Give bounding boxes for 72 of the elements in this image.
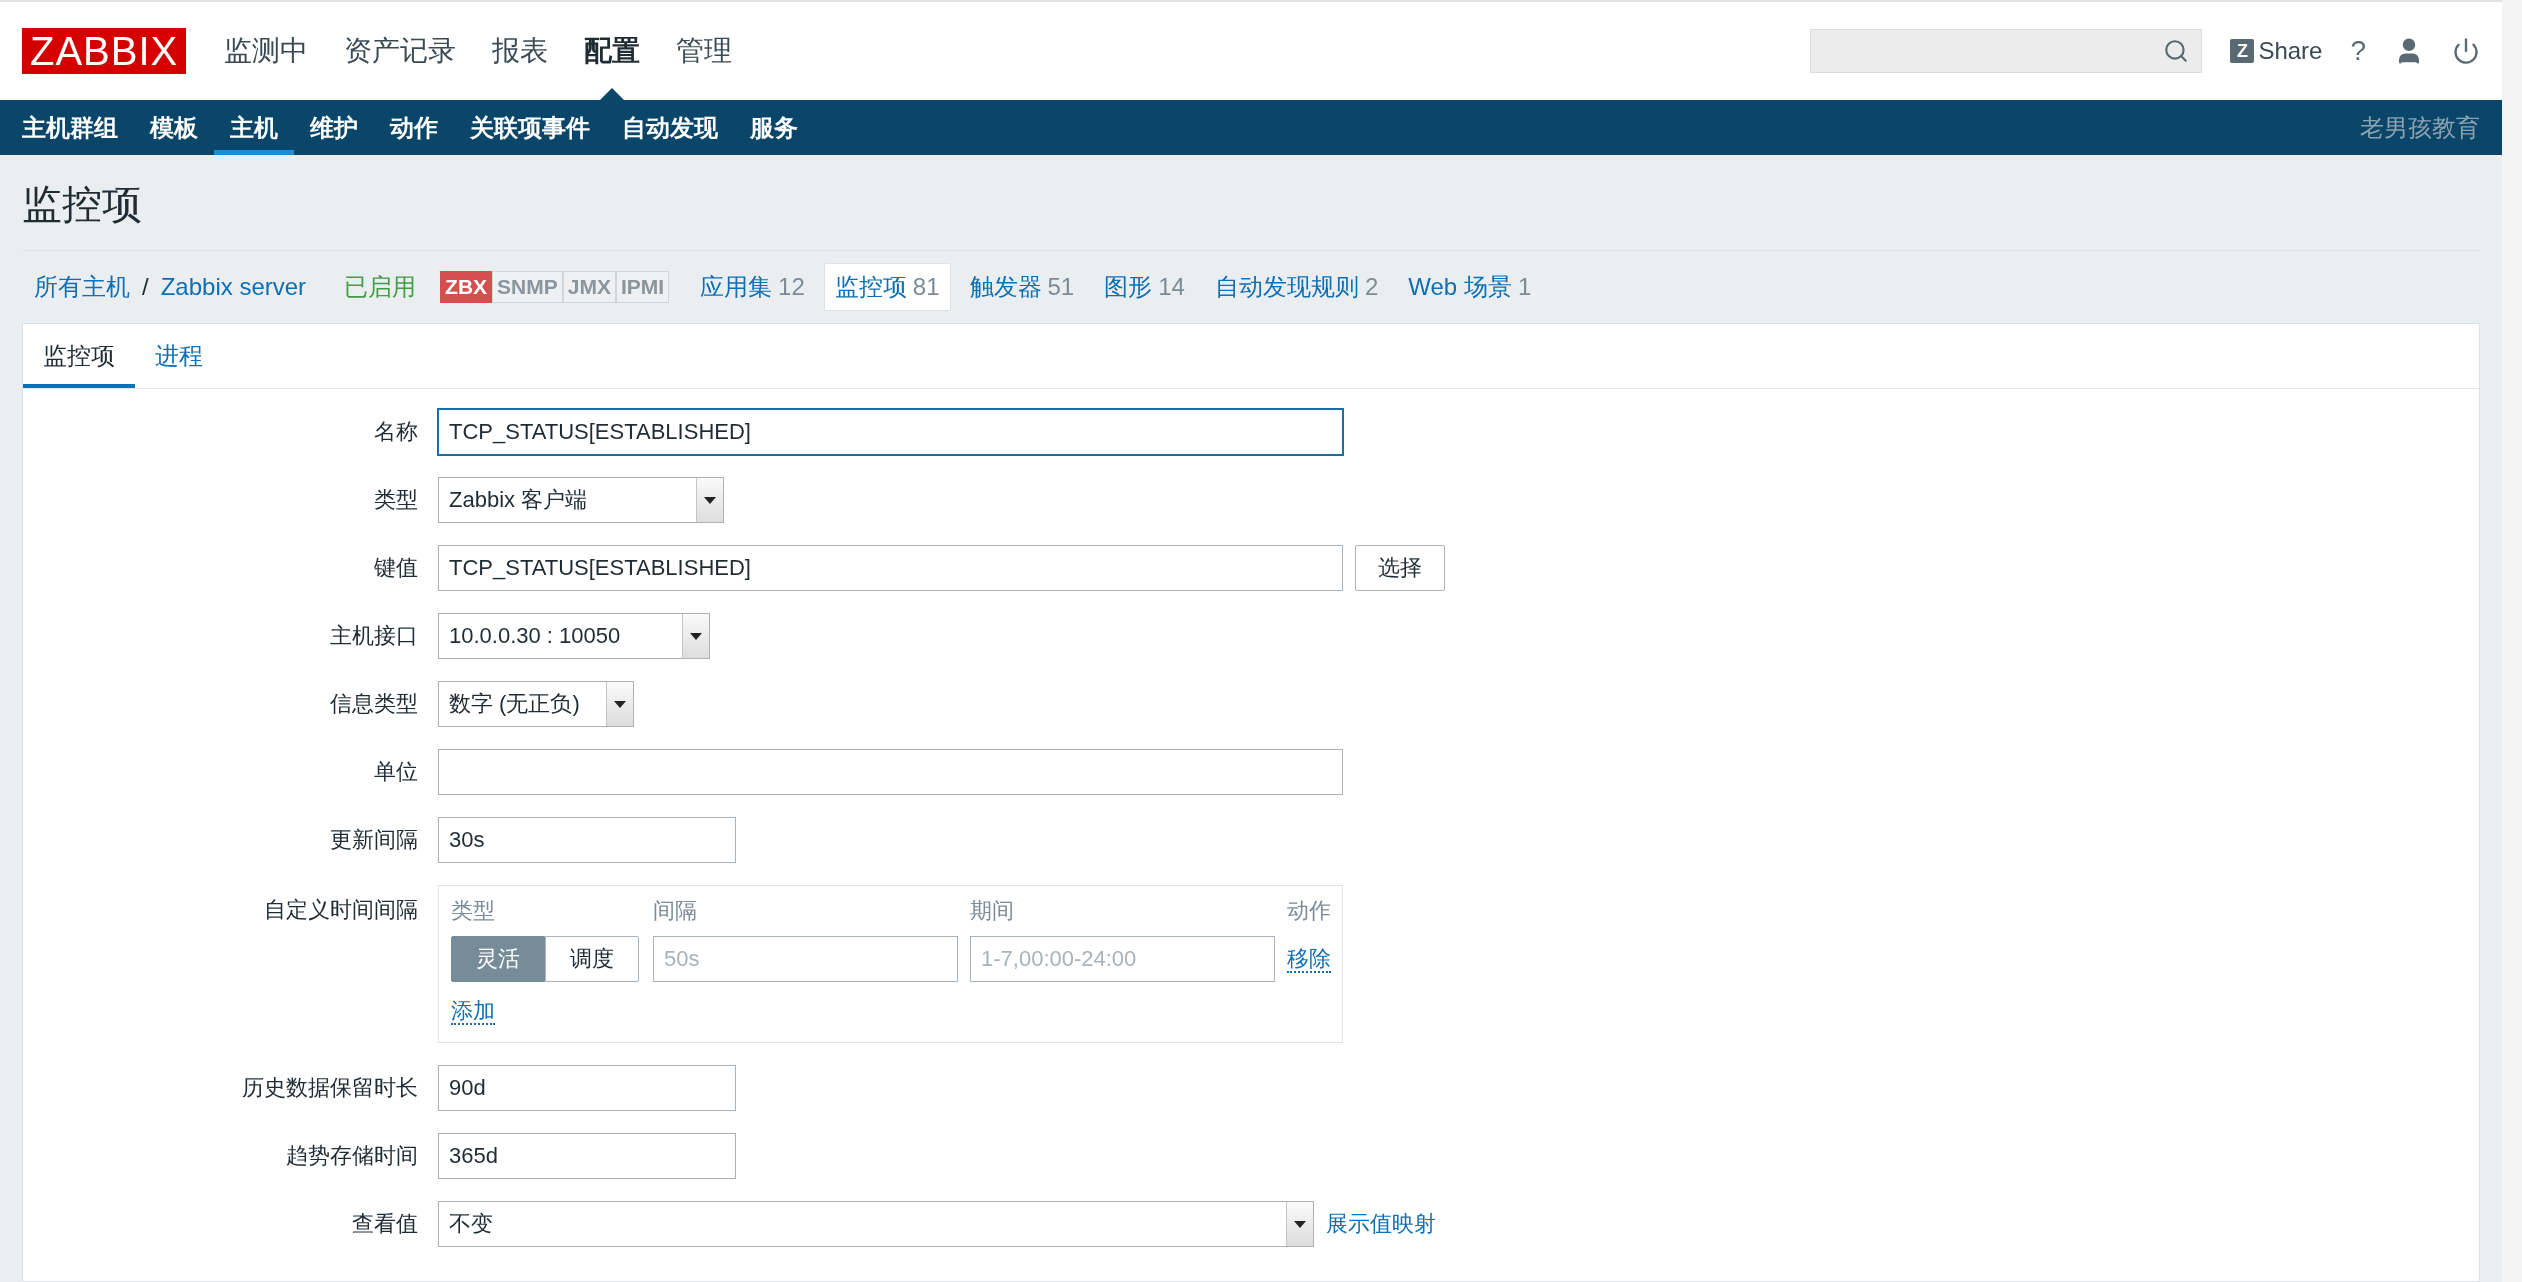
main-menu-item[interactable]: 资产记录 — [326, 2, 475, 100]
text-input-field[interactable]: 90d — [438, 1065, 736, 1111]
text-input-field[interactable]: 30s — [438, 817, 736, 863]
text-input-field[interactable]: TCP_STATUS[ESTABLISHED] — [438, 545, 1343, 591]
host-section-link[interactable]: 触发器 51 — [958, 263, 1086, 311]
field-label: 查看值 — [351, 1210, 419, 1238]
caret-icon — [606, 682, 633, 726]
field-label: 单位 — [373, 758, 419, 786]
availability-tag: SNMP — [492, 271, 563, 303]
zabbix-logo[interactable]: ZABBIX — [22, 28, 187, 74]
host-section-link[interactable]: 应用集 12 — [689, 263, 816, 311]
host-section-link[interactable]: Web 场景 1 — [1397, 263, 1543, 311]
interval-input-field[interactable]: 50s — [653, 936, 958, 982]
text-input-field[interactable]: TCP_STATUS[ESTABLISHED] — [438, 409, 1343, 455]
remove-link[interactable]: 移除 — [1287, 946, 1331, 973]
value-mapping-link[interactable]: 展示值映射 — [1326, 1209, 1436, 1239]
host-status: 已启用 — [344, 272, 417, 302]
breadcrumb-link[interactable]: 所有主机 — [22, 271, 142, 303]
sub-menu-item[interactable]: 服务 — [734, 100, 814, 155]
availability-tag: JMX — [562, 271, 616, 303]
column-header: 期间 — [970, 897, 1015, 925]
dropdown-select[interactable]: 不变 — [438, 1201, 1314, 1247]
host-section-link[interactable]: 图形 14 — [1093, 263, 1196, 311]
column-header: 动作 — [1287, 897, 1331, 925]
column-header: 类型 — [451, 897, 496, 925]
dropdown-select[interactable]: 数字 (无正负) — [438, 681, 634, 727]
breadcrumb-link[interactable]: Zabbix server — [148, 273, 319, 301]
main-menu-item[interactable]: 管理 — [658, 2, 751, 100]
dropdown-select[interactable]: 10.0.0.30 : 10050 — [438, 613, 710, 659]
caret-icon — [1286, 1202, 1313, 1246]
select-button[interactable]: 选择 — [1355, 545, 1445, 591]
mode-toggle-button[interactable]: 调度 — [545, 936, 639, 982]
help-link[interactable]: ? — [2350, 35, 2366, 67]
form-tab[interactable]: 监控项 — [23, 324, 135, 388]
sub-menu-item[interactable]: 维护 — [294, 100, 374, 155]
search-icon — [2163, 38, 2190, 64]
dropdown-select[interactable]: Zabbix 客户端 — [438, 477, 724, 523]
field-label: 主机接口 — [329, 622, 419, 650]
sub-menu-item[interactable]: 主机 — [214, 100, 294, 155]
text-input-field[interactable] — [438, 749, 1343, 795]
availability-tag: ZBX — [440, 271, 493, 303]
sub-menu-item[interactable]: 关联项事件 — [454, 100, 606, 155]
field-label: 历史数据保留时长 — [241, 1074, 419, 1102]
share-link[interactable]: Z Share — [2230, 37, 2323, 65]
power-icon[interactable] — [2452, 37, 2480, 65]
caret-icon — [682, 614, 709, 658]
host-section-link[interactable]: 自动发现规则 2 — [1203, 263, 1390, 311]
caret-icon — [696, 478, 723, 522]
text-input-field[interactable]: 365d — [438, 1133, 736, 1179]
period-input-field[interactable]: 1-7,00:00-24:00 — [970, 936, 1275, 982]
sub-menu-item[interactable]: 模板 — [134, 100, 214, 155]
main-menu-item[interactable]: 报表 — [474, 2, 567, 100]
page-title: 监控项 — [22, 155, 2480, 251]
availability-tag: IPMI — [615, 271, 670, 303]
field-label: 趋势存储时间 — [285, 1142, 419, 1170]
field-label: 类型 — [373, 486, 419, 514]
column-header: 间隔 — [653, 897, 698, 925]
add-link[interactable]: 添加 — [451, 998, 495, 1025]
sub-menu-item[interactable]: 主机群组 — [6, 100, 134, 155]
main-menu-item[interactable]: 监测中 — [206, 2, 327, 100]
sub-menu-item[interactable]: 自动发现 — [606, 100, 734, 155]
field-label: 信息类型 — [329, 690, 419, 718]
host-section-link[interactable]: 监控项 81 — [823, 263, 951, 311]
search-field[interactable] — [1810, 29, 2203, 73]
form-tab[interactable]: 进程 — [135, 324, 223, 388]
sub-menu-item[interactable]: 动作 — [374, 100, 454, 155]
field-label: 自定义时间间隔 — [263, 896, 419, 924]
field-label: 键值 — [373, 554, 419, 582]
breadcrumb-separator: / — [142, 273, 149, 301]
brand-text: 老男孩教育 — [2360, 112, 2481, 143]
field-label: 名称 — [373, 418, 419, 446]
field-label: 更新间隔 — [329, 826, 419, 854]
